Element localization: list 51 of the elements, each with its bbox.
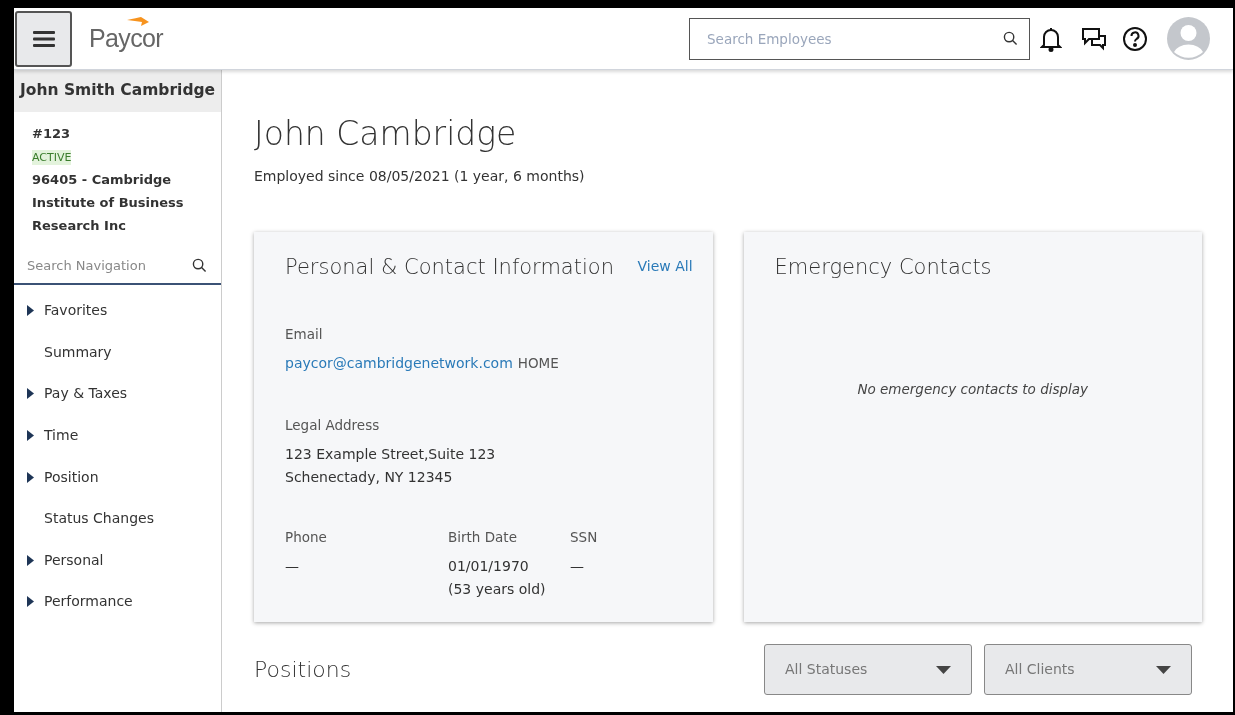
menu-button[interactable] xyxy=(15,10,72,67)
status-badge: ACTIVE xyxy=(32,150,72,165)
field-label: Phone xyxy=(285,528,328,547)
field-label: Legal Address xyxy=(285,415,381,435)
expand-icon xyxy=(27,305,34,317)
expand-icon xyxy=(27,388,34,400)
logo: Paycor xyxy=(89,19,164,58)
field-label: Birth Date xyxy=(448,528,518,547)
empty-message: No emergency contacts to display xyxy=(856,379,1090,399)
field-value: — xyxy=(570,557,585,577)
employee-number: #123 xyxy=(32,125,72,143)
expand-icon xyxy=(27,471,34,483)
employee-name: John Smith Cambridge xyxy=(14,70,221,112)
nav-item[interactable]: Performance xyxy=(14,581,221,623)
help-icon[interactable] xyxy=(1122,25,1148,52)
bell-icon[interactable] xyxy=(1040,25,1062,52)
swoosh-icon xyxy=(127,16,149,27)
navigation-search-field[interactable]: Search Navigation xyxy=(14,247,221,285)
card-title: Personal & Contact Information xyxy=(285,254,614,281)
chat-icon[interactable] xyxy=(1081,26,1107,51)
search-field[interactable]: Search Employees xyxy=(689,17,1030,60)
expand-icon xyxy=(27,596,34,608)
nav-item[interactable]: Personal xyxy=(14,539,221,582)
search-icon xyxy=(192,258,207,273)
nav-item[interactable]: Pay & Taxes xyxy=(14,373,221,415)
field-label: Email xyxy=(285,324,324,344)
employment-info: Employed since 08/05/2021 (1 year, 6 months) xyxy=(254,167,586,186)
caret-icon xyxy=(1156,665,1171,674)
expand-icon xyxy=(27,554,34,566)
section-title: Positions xyxy=(254,656,352,684)
card-title: Emergency Contacts xyxy=(774,254,993,281)
address-text: 123 Example Street,Suite 123 Schenectady, NY 12345 xyxy=(285,445,497,487)
email-link[interactable]: paycor@cambridgenetwork.com xyxy=(285,352,513,374)
view-all-link[interactable]: View All xyxy=(637,256,693,277)
email-type: HOME xyxy=(517,353,559,373)
field-value: 01/01/1970 (53 years old) xyxy=(448,557,547,600)
filter-dropdown[interactable]: All Statuses xyxy=(764,644,972,695)
expand-icon xyxy=(27,430,34,442)
company-name: 96405 - Cambridge Institute of Business Research Inc xyxy=(32,171,185,235)
nav-item[interactable]: Favorites xyxy=(14,290,221,332)
page-title: John Cambridge xyxy=(254,114,518,154)
nav-item[interactable]: Time xyxy=(14,414,221,457)
nav-item[interactable]: Position xyxy=(14,456,221,498)
caret-icon xyxy=(936,665,951,674)
field-label: SSN xyxy=(570,528,599,547)
nav-item[interactable]: Status Changes xyxy=(14,497,221,540)
search-icon xyxy=(1003,30,1018,46)
menu-icon xyxy=(31,28,56,49)
field-value: — xyxy=(285,557,300,577)
nav-item[interactable]: Summary xyxy=(14,331,221,374)
filter-dropdown[interactable]: All Clients xyxy=(984,644,1192,695)
